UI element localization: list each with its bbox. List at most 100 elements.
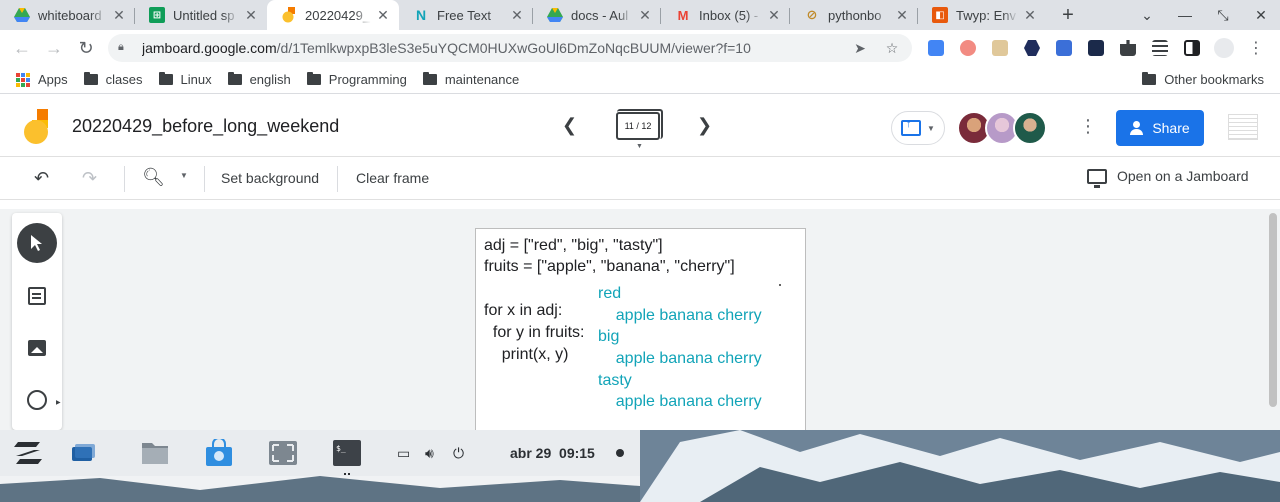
tab-whiteboard[interactable]: whiteboard ✕	[0, 0, 135, 30]
shape-menu-caret-icon[interactable]: ▶	[56, 399, 61, 406]
close-icon[interactable]: ✕	[111, 7, 127, 23]
chrome-menu-icon[interactable]: ⋮	[1240, 34, 1272, 62]
close-icon[interactable]: ✕	[894, 7, 910, 23]
bookmark-folder-clases[interactable]: clases	[76, 68, 151, 92]
zoom-chevron-down-icon[interactable]: ▼	[180, 171, 188, 180]
close-window-icon[interactable]: ✕	[1242, 0, 1280, 30]
output-line[interactable]: apple banana cherry	[598, 305, 762, 327]
tab-inbox[interactable]: M Inbox (5) - ✕	[661, 0, 790, 30]
bookmark-apps[interactable]: Apps	[8, 68, 76, 92]
circle-icon	[27, 390, 47, 410]
translate-extension-icon[interactable]	[920, 34, 952, 62]
software-store-icon[interactable]	[204, 437, 234, 467]
minimize-icon[interactable]: —	[1166, 0, 1204, 30]
bookmark-folder-maintenance[interactable]: maintenance	[415, 68, 527, 92]
output-line[interactable]: tasty	[598, 370, 632, 392]
restore-icon[interactable]: ⤡	[1204, 0, 1242, 30]
code-line[interactable]: for x in adj:	[484, 300, 562, 321]
set-background-button[interactable]: Set background	[221, 170, 319, 186]
avatar[interactable]	[1013, 111, 1047, 145]
close-icon[interactable]: ✕	[509, 7, 525, 23]
screen-recorder-extension-icon[interactable]	[952, 34, 984, 62]
taskbar-clock[interactable]: abr 29 09:15	[510, 445, 595, 461]
other-bookmarks[interactable]: Other bookmarks	[1134, 68, 1272, 92]
forward-arrow-icon[interactable]: →	[40, 34, 68, 62]
close-icon[interactable]: ✕	[375, 7, 391, 23]
profile-avatar[interactable]	[1208, 34, 1240, 62]
code-line[interactable]: print(x, y)	[484, 344, 569, 365]
vertical-scrollbar[interactable]	[1269, 213, 1277, 407]
zoom-icon[interactable]: 🔍︎	[142, 167, 165, 188]
zorin-menu-icon[interactable]	[14, 441, 42, 465]
output-line[interactable]: apple banana cherry	[598, 391, 762, 413]
next-frame-chevron-icon[interactable]: ❯	[697, 115, 712, 136]
sticky-note-icon	[28, 287, 46, 305]
tab-jamboard[interactable]: 20220429_ ✕	[267, 0, 399, 30]
output-line[interactable]: apple banana cherry	[598, 348, 762, 370]
tab-untitled-sheet[interactable]: ⊞ Untitled sp ✕	[135, 0, 267, 30]
tab-title: docs - Aul	[571, 7, 629, 23]
account-thumbnail[interactable]	[1228, 114, 1258, 140]
jam-title[interactable]: 20220429_before_long_weekend	[72, 116, 339, 137]
frame-dropdown-caret-icon[interactable]: ▼	[636, 143, 643, 150]
dark-extension-icon[interactable]	[1080, 34, 1112, 62]
jam-frame[interactable]: adj = ["red", "big", "tasty"] fruits = […	[475, 228, 806, 430]
monitor-icon	[1087, 168, 1107, 188]
share-label: Share	[1152, 120, 1190, 136]
terminal-icon[interactable]: $_	[332, 439, 362, 467]
tab-twyp[interactable]: ◧ Twyp: Env ✕	[918, 0, 1046, 30]
bookmark-star-icon[interactable]: ☆	[882, 40, 902, 57]
reload-icon[interactable]: ↻	[72, 34, 100, 62]
back-arrow-icon[interactable]: ←	[8, 34, 36, 62]
tab-free-text[interactable]: N Free Text ✕	[399, 0, 533, 30]
close-icon[interactable]: ✕	[766, 7, 782, 23]
present-button[interactable]: ▼	[891, 111, 945, 145]
window-switcher-icon[interactable]	[68, 439, 98, 467]
puzzle-extensions-icon[interactable]	[1112, 34, 1144, 62]
undo-icon[interactable]: ↶	[34, 168, 49, 189]
more-options-icon[interactable]: ⋮	[1079, 116, 1097, 137]
previous-frame-chevron-icon[interactable]: ❮	[562, 115, 577, 136]
frame-indicator[interactable]: 11 / 12	[616, 109, 663, 140]
code-line[interactable]: for y in fruits:	[484, 322, 585, 343]
clipboard-extension-icon[interactable]	[984, 34, 1016, 62]
close-icon[interactable]: ✕	[1022, 7, 1038, 23]
screenshot-tool-icon[interactable]	[268, 439, 298, 467]
sticky-note-tool[interactable]	[17, 276, 57, 316]
tab-docs[interactable]: docs - Aul ✕	[533, 0, 661, 30]
google-drive-icon	[547, 7, 563, 23]
clear-frame-button[interactable]: Clear frame	[356, 170, 429, 186]
tab-pythonbo[interactable]: ⊘ pythonbo ✕	[790, 0, 918, 30]
close-icon[interactable]: ✕	[243, 7, 259, 23]
send-tab-icon[interactable]: ➤	[850, 40, 870, 57]
circle-shape-tool[interactable]	[17, 380, 57, 420]
volume-icon[interactable]: 🔊︎	[425, 445, 434, 462]
bookmark-folder-english[interactable]: english	[220, 68, 299, 92]
add-image-tool[interactable]	[17, 328, 57, 368]
bookmark-folder-linux[interactable]: Linux	[151, 68, 220, 92]
jamboard-canvas[interactable]: ▶ adj = ["red", "big", "tasty"] fruits =…	[0, 209, 1280, 430]
open-on-jamboard-button[interactable]: Open on a Jamboard	[1087, 168, 1249, 188]
output-line[interactable]: big	[598, 326, 619, 348]
folder-icon	[1142, 72, 1157, 85]
notifications-icon[interactable]: ▭	[397, 445, 410, 462]
code-line[interactable]: adj = ["red", "big", "tasty"]	[484, 235, 663, 256]
notion-extension-icon[interactable]	[1048, 34, 1080, 62]
redo-icon[interactable]: ↷	[82, 168, 97, 189]
jamboard-toolbar: ↶ ↷ 🔍︎ ▼ Set background Clear frame Open…	[0, 157, 1280, 200]
hexagon-extension-icon[interactable]	[1016, 34, 1048, 62]
tab-search-chevron-icon[interactable]: ⌄	[1128, 0, 1166, 30]
person-add-icon	[1130, 121, 1144, 135]
address-bar[interactable]: 🔒︎ jamboard.google.com/d/1TemlkwpxpB3leS…	[108, 34, 912, 62]
output-line[interactable]: red	[598, 283, 621, 305]
select-pointer-tool[interactable]	[17, 223, 57, 263]
side-panel-icon[interactable]	[1176, 34, 1208, 62]
media-playlist-icon[interactable]	[1144, 34, 1176, 62]
new-tab-button[interactable]: +	[1054, 0, 1082, 30]
power-icon[interactable]: ⏻	[453, 445, 464, 462]
close-icon[interactable]: ✕	[637, 7, 653, 23]
share-button[interactable]: Share	[1116, 110, 1204, 146]
files-app-icon[interactable]	[140, 439, 170, 467]
code-line[interactable]: fruits = ["apple", "banana", "cherry"]	[484, 256, 735, 277]
bookmark-folder-programming[interactable]: Programming	[299, 68, 415, 92]
